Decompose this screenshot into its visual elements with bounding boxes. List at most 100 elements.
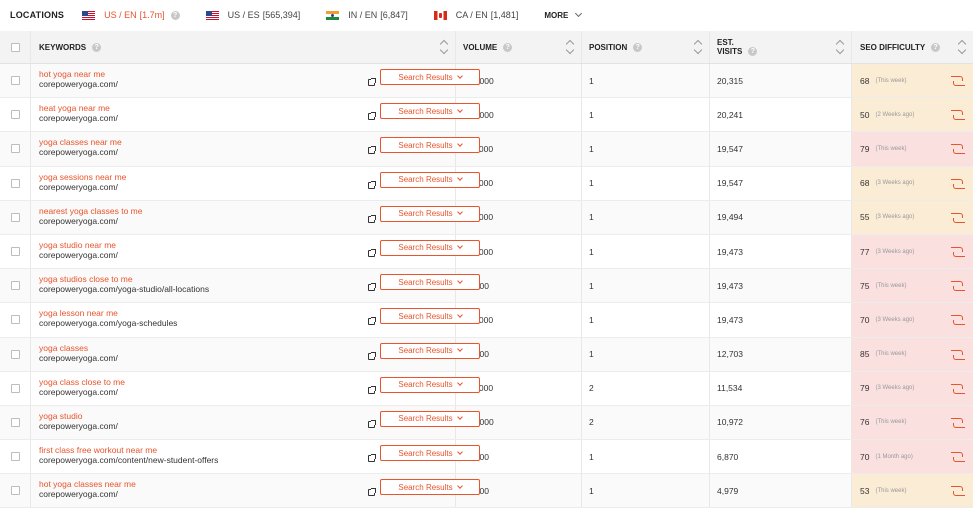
- row-checkbox[interactable]: [10, 281, 20, 291]
- row-checkbox[interactable]: [10, 144, 20, 154]
- keyword-link[interactable]: yoga studio: [39, 411, 118, 421]
- keyword-link[interactable]: yoga studios close to me: [39, 274, 209, 284]
- search-results-button[interactable]: Search Results: [380, 479, 480, 496]
- header-volume[interactable]: VOLUME ?: [456, 31, 582, 63]
- sort-icon[interactable]: [836, 39, 844, 55]
- row-checkbox[interactable]: [10, 417, 20, 427]
- refresh-icon[interactable]: [951, 109, 965, 121]
- refresh-icon[interactable]: [951, 383, 965, 395]
- refresh-icon[interactable]: [951, 280, 965, 292]
- header-keywords[interactable]: KEYWORDS ?: [31, 31, 456, 63]
- refresh-icon[interactable]: [951, 451, 965, 463]
- search-results-button[interactable]: Search Results: [380, 205, 480, 222]
- row-checkbox[interactable]: [10, 247, 20, 257]
- sort-icon[interactable]: [440, 39, 448, 55]
- help-icon: ?: [170, 10, 180, 20]
- more-locations-button[interactable]: MORE: [544, 9, 583, 20]
- external-link-icon[interactable]: [368, 351, 376, 360]
- keyword-link[interactable]: yoga classes: [39, 343, 118, 353]
- location-ca-en[interactable]: CA / EN [1,481]: [433, 10, 518, 20]
- keyword-link[interactable]: first class free workout near me: [39, 445, 218, 455]
- location-label: IN / EN: [348, 10, 378, 20]
- header-est-visits[interactable]: EST. VISITS ?: [710, 31, 852, 63]
- refresh-icon[interactable]: [951, 246, 965, 258]
- table-row: yoga studios close to me corepoweryoga.co…: [0, 269, 973, 304]
- position-value: 1: [589, 109, 594, 120]
- keyword-link[interactable]: heat yoga near me: [39, 103, 118, 113]
- location-in-en[interactable]: IN / EN [6,847]: [326, 10, 408, 20]
- external-link-icon[interactable]: [368, 180, 376, 189]
- external-link-icon[interactable]: [368, 214, 376, 223]
- external-link-icon[interactable]: [368, 317, 376, 326]
- keyword-link[interactable]: hot yoga classes near me: [39, 479, 136, 489]
- external-link-icon[interactable]: [368, 248, 376, 257]
- refresh-icon[interactable]: [951, 417, 965, 429]
- search-results-button[interactable]: Search Results: [380, 410, 480, 427]
- external-link-icon[interactable]: [368, 78, 376, 86]
- refresh-icon[interactable]: [951, 143, 965, 155]
- row-checkbox[interactable]: [10, 76, 20, 86]
- select-all-checkbox[interactable]: [10, 42, 20, 52]
- row-checkbox[interactable]: [10, 212, 20, 222]
- row-checkbox[interactable]: [10, 110, 20, 120]
- position-cell: 1: [582, 474, 710, 508]
- search-results-button[interactable]: Search Results: [380, 445, 480, 462]
- keyword-link[interactable]: yoga lesson near me: [39, 308, 177, 318]
- search-results-button[interactable]: Search Results: [380, 103, 480, 120]
- refresh-icon[interactable]: [951, 314, 965, 326]
- row-checkbox[interactable]: [10, 383, 20, 393]
- keyword-link[interactable]: yoga sessions near me: [39, 172, 126, 182]
- keyword-link[interactable]: yoga classes near me: [39, 137, 122, 147]
- sort-icon[interactable]: [566, 39, 574, 55]
- row-checkbox[interactable]: [10, 452, 20, 462]
- refresh-icon[interactable]: [951, 178, 965, 190]
- row-checkbox[interactable]: [10, 178, 20, 188]
- external-link-icon[interactable]: [368, 385, 376, 394]
- search-results-button[interactable]: Search Results: [380, 69, 480, 85]
- search-results-button[interactable]: Search Results: [380, 137, 480, 154]
- search-results-button[interactable]: Search Results: [380, 239, 480, 256]
- refresh-icon[interactable]: [951, 212, 965, 224]
- external-link-icon[interactable]: [368, 283, 376, 292]
- search-results-label: Search Results: [398, 448, 453, 458]
- keyword-link[interactable]: yoga studio near me: [39, 240, 118, 250]
- row-checkbox[interactable]: [10, 486, 20, 496]
- sort-icon[interactable]: [958, 39, 966, 55]
- search-results-button[interactable]: Search Results: [380, 308, 480, 325]
- keyword-cell: yoga studios close to me corepoweryoga.co…: [31, 269, 480, 303]
- header-seo-difficulty[interactable]: SEO DIFFICULTY ?: [852, 31, 973, 63]
- seo-difficulty-value: 55: [860, 212, 870, 223]
- chevron-down-icon: [456, 141, 463, 147]
- search-results-button[interactable]: Search Results: [380, 274, 480, 291]
- seo-difficulty-cell: 76 (This week): [852, 405, 973, 440]
- seo-difficulty-value: 85: [860, 349, 870, 360]
- location-us-en[interactable]: US / EN [1.7m]?: [82, 10, 180, 20]
- refresh-icon[interactable]: [951, 485, 965, 497]
- search-results-button[interactable]: Search Results: [380, 376, 480, 393]
- row-checkbox[interactable]: [10, 349, 20, 359]
- ranking-url: corepoweryoga.com/: [39, 489, 118, 500]
- location-us-es[interactable]: US / ES [565,394]: [205, 10, 300, 20]
- sort-icon[interactable]: [694, 39, 702, 55]
- seo-difficulty-value: 79: [860, 383, 870, 394]
- search-results-button[interactable]: Search Results: [380, 171, 480, 188]
- search-results-button[interactable]: Search Results: [380, 342, 480, 359]
- position-cell: 1: [582, 303, 710, 337]
- external-link-icon[interactable]: [368, 112, 376, 121]
- seo-updated-label: (This week): [875, 282, 907, 289]
- keyword-link[interactable]: yoga class close to me: [39, 377, 125, 387]
- keyword-link[interactable]: hot yoga near me: [39, 69, 118, 79]
- refresh-icon[interactable]: [951, 75, 965, 87]
- refresh-icon[interactable]: [951, 349, 965, 361]
- keyword-link[interactable]: nearest yoga classes to me: [39, 206, 142, 216]
- external-link-icon[interactable]: [368, 454, 376, 463]
- location-label: US / EN: [104, 10, 137, 20]
- keyword-cell: yoga studio corepoweryoga.com/Search Resu…: [31, 405, 480, 440]
- header-position[interactable]: POSITION ?: [582, 31, 710, 63]
- external-link-icon[interactable]: [368, 146, 376, 155]
- external-link-icon[interactable]: [368, 419, 376, 428]
- ranking-url: corepoweryoga.com/yoga-schedules: [39, 318, 178, 329]
- row-checkbox[interactable]: [10, 315, 20, 325]
- table-row: hot yoga classes near me corepoweryoga.co…: [0, 474, 973, 509]
- external-link-icon[interactable]: [368, 488, 376, 497]
